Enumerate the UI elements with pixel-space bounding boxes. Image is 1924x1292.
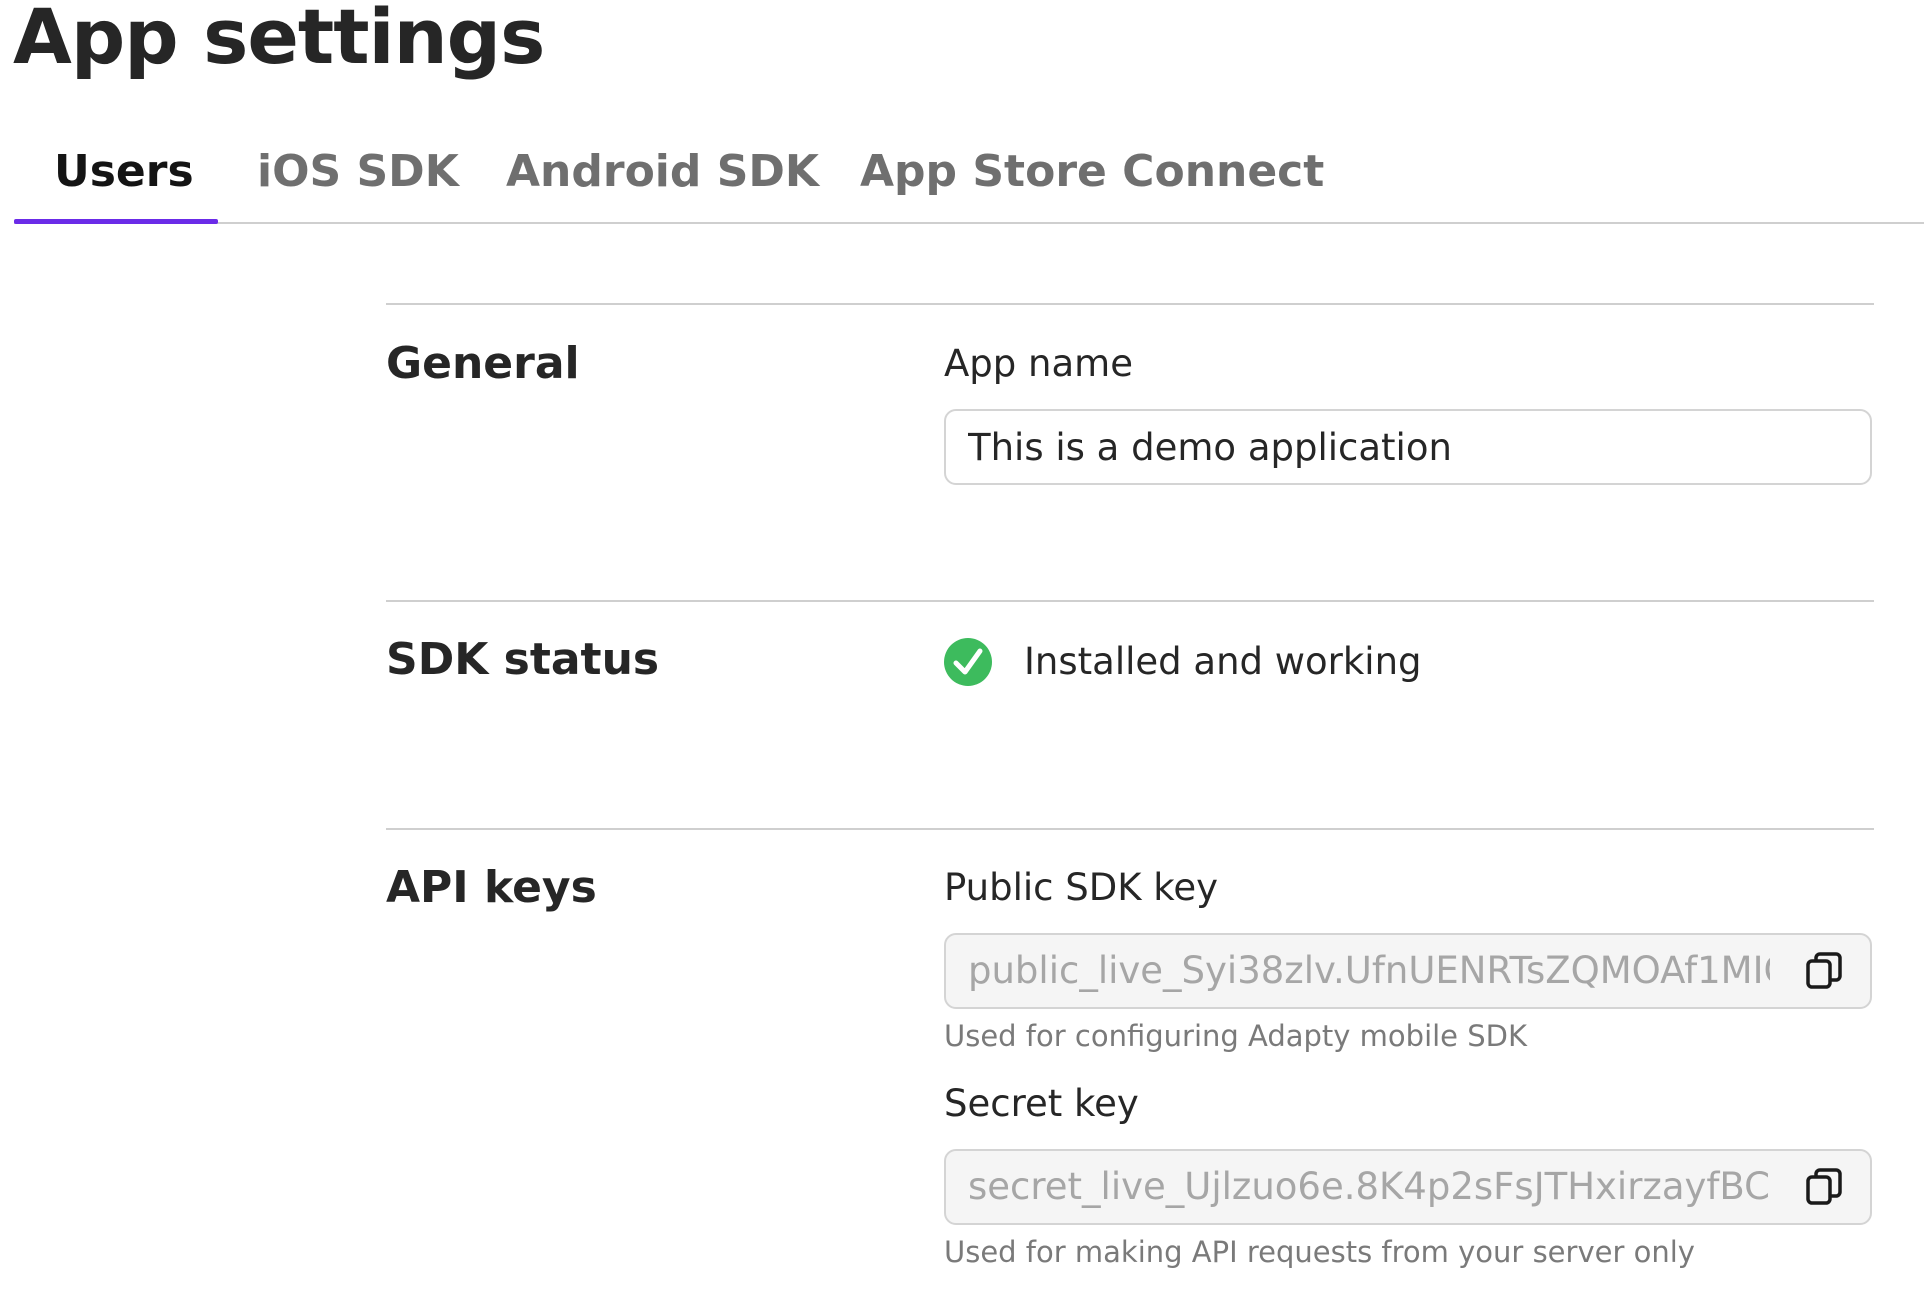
public-sdk-key-field[interactable]: public_live_Syi38zlv.UfnUENRTsZQMOAf1MIG… (944, 933, 1872, 1009)
copy-icon[interactable] (1802, 1165, 1846, 1209)
public-sdk-key-value[interactable]: public_live_Syi38zlv.UfnUENRTsZQMOAf1MIG… (968, 935, 1770, 1007)
secret-key-help: Used for making API requests from your s… (944, 1235, 1695, 1269)
tab-app-store-connect[interactable]: App Store Connect (860, 146, 1324, 197)
tab-android-sdk[interactable]: Android SDK (506, 146, 819, 197)
secret-key-field[interactable]: secret_live_Ujlzuo6e.8K4p2sFsJTHxirzayfB… (944, 1149, 1872, 1225)
secret-key-value[interactable]: secret_live_Ujlzuo6e.8K4p2sFsJTHxirzayfB… (968, 1151, 1770, 1223)
sdk-status-section-title: SDK status (386, 634, 660, 685)
api-keys-section-title: API keys (386, 862, 597, 913)
page-title: App settings (13, 0, 545, 81)
public-sdk-key-help: Used for configuring Adapty mobile SDK (944, 1019, 1528, 1053)
active-tab-indicator (14, 219, 218, 224)
tab-bar: Users iOS SDK Android SDK App Store Conn… (0, 118, 1924, 224)
general-section-title: General (386, 338, 580, 389)
public-sdk-key-label: Public SDK key (944, 866, 1219, 909)
general-section-divider (386, 303, 1874, 305)
tab-bar-divider (14, 222, 1924, 224)
app-name-label: App name (944, 342, 1133, 385)
tab-ios-sdk[interactable]: iOS SDK (257, 146, 459, 197)
check-circle-icon (944, 638, 992, 686)
api-keys-section-divider (386, 828, 1874, 830)
copy-icon[interactable] (1802, 949, 1846, 993)
secret-key-label: Secret key (944, 1082, 1139, 1125)
tab-users[interactable]: Users (54, 146, 194, 197)
sdk-status-text: Installed and working (1024, 640, 1422, 683)
sdk-status-section-divider (386, 600, 1874, 602)
app-name-input[interactable] (944, 409, 1872, 485)
